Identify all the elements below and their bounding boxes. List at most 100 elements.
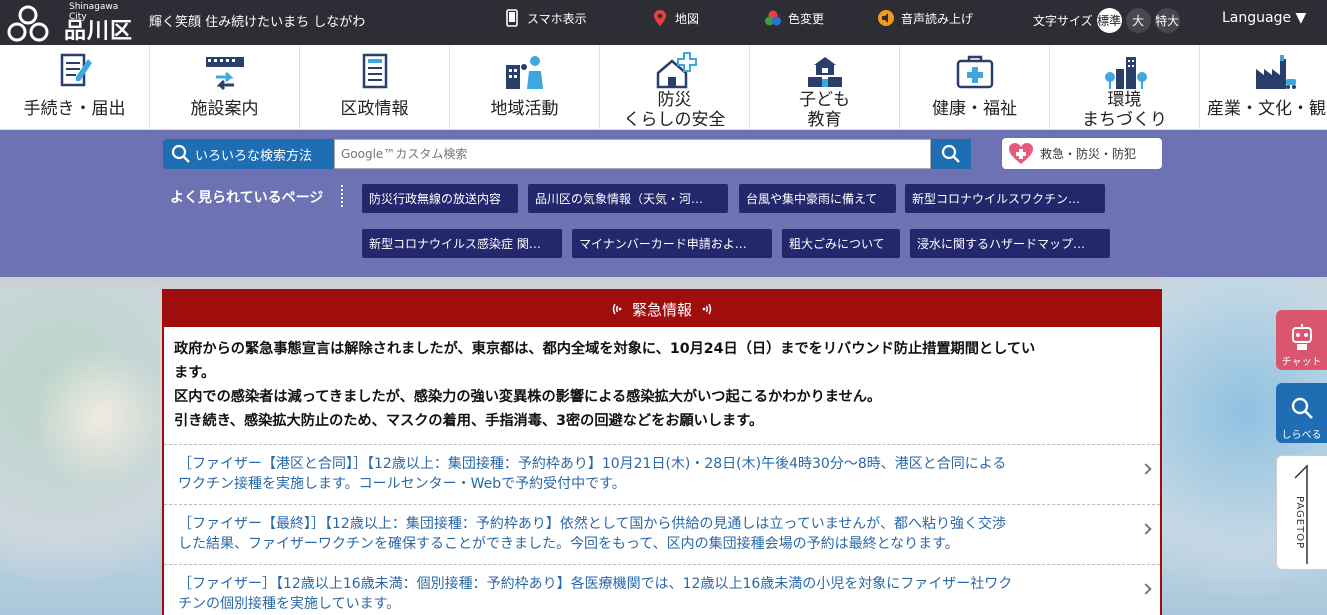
- speech-icon: [878, 10, 894, 26]
- community-icon: [505, 56, 543, 89]
- color-change-link[interactable]: 色変更: [764, 9, 824, 27]
- industry-icon: [1256, 55, 1296, 89]
- nav-label: 地域活動: [490, 99, 559, 119]
- document-pen-icon: [60, 53, 92, 87]
- lookup-label: しらべる: [1281, 430, 1322, 441]
- heart-cross-icon: [1009, 142, 1033, 164]
- emergency-message: 政府からの緊急事態宣言は解除されましたが、東京都は、都内全域を対象に、10月24…: [164, 327, 1160, 443]
- emergency-header: 緊急情報: [164, 291, 1160, 327]
- nav-label-line1: 防災: [657, 90, 692, 110]
- smartphone-view-label: スマホ表示: [527, 11, 587, 26]
- chevron-right-icon: [1140, 523, 1152, 535]
- nav-label: 産業・文化・観光: [1207, 99, 1327, 119]
- popular-pages-label: よく見られているページ: [170, 190, 324, 206]
- school-icon: [807, 57, 842, 87]
- nav-label: 区政情報: [340, 99, 409, 119]
- search-input[interactable]: [334, 139, 931, 169]
- site-logo[interactable]: Shinagawa City 品川区: [6, 2, 136, 44]
- nav-label-line1: 子ども: [799, 90, 850, 110]
- map-label: 地図: [675, 11, 700, 26]
- emergency-link-text: チンの個別接種を実施しています。: [178, 596, 401, 612]
- medical-kit-icon: [956, 55, 993, 89]
- nav-label-line2: くらしの安全: [623, 110, 726, 130]
- chat-label: チャット: [1281, 357, 1322, 368]
- nav-label-line2: 教育: [807, 110, 842, 130]
- chevron-right-icon: [1140, 583, 1152, 595]
- nav-item-procedures[interactable]: 手続き・届出: [0, 45, 150, 129]
- pagetop-button[interactable]: PAGETOP: [1276, 455, 1327, 570]
- search-icon: [1291, 397, 1313, 419]
- emergency-link[interactable]: ［ファイザー］【12歳以上16歳未満：個別接種：予約枠あり】各医療機関では、12…: [164, 564, 1160, 615]
- popular-link[interactable]: 品川区の気象情報（天気・河…: [528, 184, 728, 213]
- map-pin-icon: [654, 10, 666, 26]
- popular-link[interactable]: 新型コロナウイルスワクチン…: [905, 184, 1105, 213]
- emergency-message-line: 引き続き、感染拡大防止のため、マスクの着用、手指消毒、3密の回避などをお願いしま…: [174, 413, 764, 429]
- search-methods-label: いろいろな検索方法: [195, 148, 313, 164]
- font-size-xlarge-button[interactable]: 特大: [1154, 8, 1180, 33]
- nav-label: 健康・福祉: [932, 99, 1017, 119]
- nav-label-line1: 環境: [1107, 90, 1142, 110]
- nav-item-health-welfare[interactable]: 健康・福祉: [900, 45, 1050, 129]
- smartphone-view-link[interactable]: スマホ表示: [503, 9, 587, 27]
- top-bar: Shinagawa City 品川区 輝く笑顔 住み続けたいまち しながわ スマ…: [0, 0, 1327, 45]
- font-size-standard-button[interactable]: 標準: [1096, 8, 1122, 33]
- popular-link[interactable]: 浸水に関するハザードマップ…: [910, 229, 1110, 258]
- broadcast-icon: [612, 303, 622, 315]
- emergency-title: 緊急情報: [631, 300, 692, 319]
- color-change-label: 色変更: [788, 11, 825, 26]
- emergency-message-line: 区内での感染者は減ってきましたが、感染力の強い変異株の影響による感染拡大がいつ起…: [174, 389, 882, 405]
- color-change-icon: [765, 10, 781, 26]
- nav-label-line2: まちづくり: [1082, 110, 1167, 130]
- popular-link[interactable]: 粗大ごみについて: [782, 229, 900, 258]
- emergency-link[interactable]: ［ファイザー【港区と合同】］【12歳以上：集団接種：予約枠あり】10月21日(木…: [164, 444, 1160, 504]
- emergency-panel: 緊急情報 政府からの緊急事態宣言は解除されましたが、東京都は、都内全域を対象に、…: [162, 289, 1162, 615]
- emergency-message-line: 政府からの緊急事態宣言は解除されましたが、東京都は、都内全域を対象に、10月24…: [174, 341, 1036, 357]
- emergency-link-text: ［ファイザー］【12歳以上16歳未満：個別接種：予約枠あり】各医療機関では、12…: [178, 576, 1013, 592]
- language-selector[interactable]: Language ▼: [1222, 10, 1306, 26]
- speech-link[interactable]: 音声読み上げ: [877, 9, 973, 27]
- lookup-button[interactable]: しらべる: [1276, 383, 1327, 443]
- emergency-disaster-button[interactable]: 救急・防災・防犯: [1002, 138, 1162, 169]
- slogan: 輝く笑顔 住み続けたいまち しながわ: [149, 15, 366, 30]
- speech-label: 音声読み上げ: [901, 11, 974, 26]
- map-link[interactable]: 地図: [651, 9, 699, 27]
- chevron-right-icon: [1140, 463, 1152, 475]
- font-size-large-button[interactable]: 大: [1125, 8, 1151, 33]
- house-safety-icon: [656, 52, 697, 89]
- popular-link[interactable]: 台風や集中豪雨に備えて: [739, 184, 896, 213]
- nav-item-ward-info[interactable]: 区政情報: [300, 45, 450, 129]
- divider: [341, 185, 343, 207]
- nav-item-environment-urban[interactable]: 環境 まちづくり: [1050, 45, 1200, 130]
- search-methods-button[interactable]: いろいろな検索方法: [163, 139, 334, 169]
- shinagawa-emblem-icon: [7, 5, 49, 42]
- nav-item-industry-culture[interactable]: 産業・文化・観光: [1200, 45, 1327, 129]
- search-submit-button[interactable]: [931, 139, 971, 169]
- nav-label: 手続き・届出: [23, 99, 126, 119]
- nav-item-community[interactable]: 地域活動: [450, 45, 600, 129]
- facility-directions-icon: [205, 57, 244, 91]
- ward-document-icon: [362, 53, 387, 89]
- emergency-link-text: した結果、ファイザーワクチンを確保することができました。今回をもって、区内の集団…: [178, 536, 959, 552]
- emergency-message-line: ます。: [174, 365, 216, 381]
- broadcast-icon: [702, 303, 712, 315]
- popular-link[interactable]: 防災行政無線の放送内容: [362, 184, 518, 213]
- nav-item-children-education[interactable]: 子ども 教育: [750, 45, 900, 130]
- font-size-switcher: 文字サイズ 標準 大 特大: [1033, 8, 1180, 33]
- pagetop-label: PAGETOP: [1294, 496, 1305, 550]
- nav-item-facilities[interactable]: 施設案内: [150, 45, 300, 129]
- emergency-link[interactable]: ［ファイザー【最終】］【12歳以上：集団接種：予約枠あり】依然として国から供給の…: [164, 504, 1160, 564]
- popular-link[interactable]: 新型コロナウイルス感染症 関…: [362, 229, 562, 258]
- emergency-link-text: ［ファイザー【最終】］【12歳以上：集団接種：予約枠あり】依然として国から供給の…: [178, 516, 1006, 532]
- global-nav: 手続き・届出 施設案内 区政情報 地域活動 防災 くらしの安全 子ども 教育 健…: [0, 45, 1327, 130]
- nav-label: 施設案内: [190, 99, 259, 119]
- emergency-link-text: ワクチン接種を実施します。コールセンター・Webで予約受付中です。: [178, 476, 626, 492]
- emergency-link-text: ［ファイザー【港区と合同】］【12歳以上：集団接種：予約枠あり】10月21日(木…: [178, 456, 1007, 472]
- logo-japanese: 品川区: [64, 19, 134, 44]
- emergency-disaster-label: 救急・防災・防犯: [1040, 147, 1137, 161]
- city-environment-icon: [1104, 57, 1147, 89]
- chat-button[interactable]: チャット: [1276, 310, 1327, 370]
- popular-link[interactable]: マイナンバーカード申請およ…: [572, 229, 772, 258]
- smartphone-icon: [506, 9, 518, 27]
- nav-item-disaster-safety[interactable]: 防災 くらしの安全: [600, 45, 750, 130]
- search-band: いろいろな検索方法 救急・防災・防犯 よく見られているページ 防災行政無線の放送…: [0, 130, 1327, 277]
